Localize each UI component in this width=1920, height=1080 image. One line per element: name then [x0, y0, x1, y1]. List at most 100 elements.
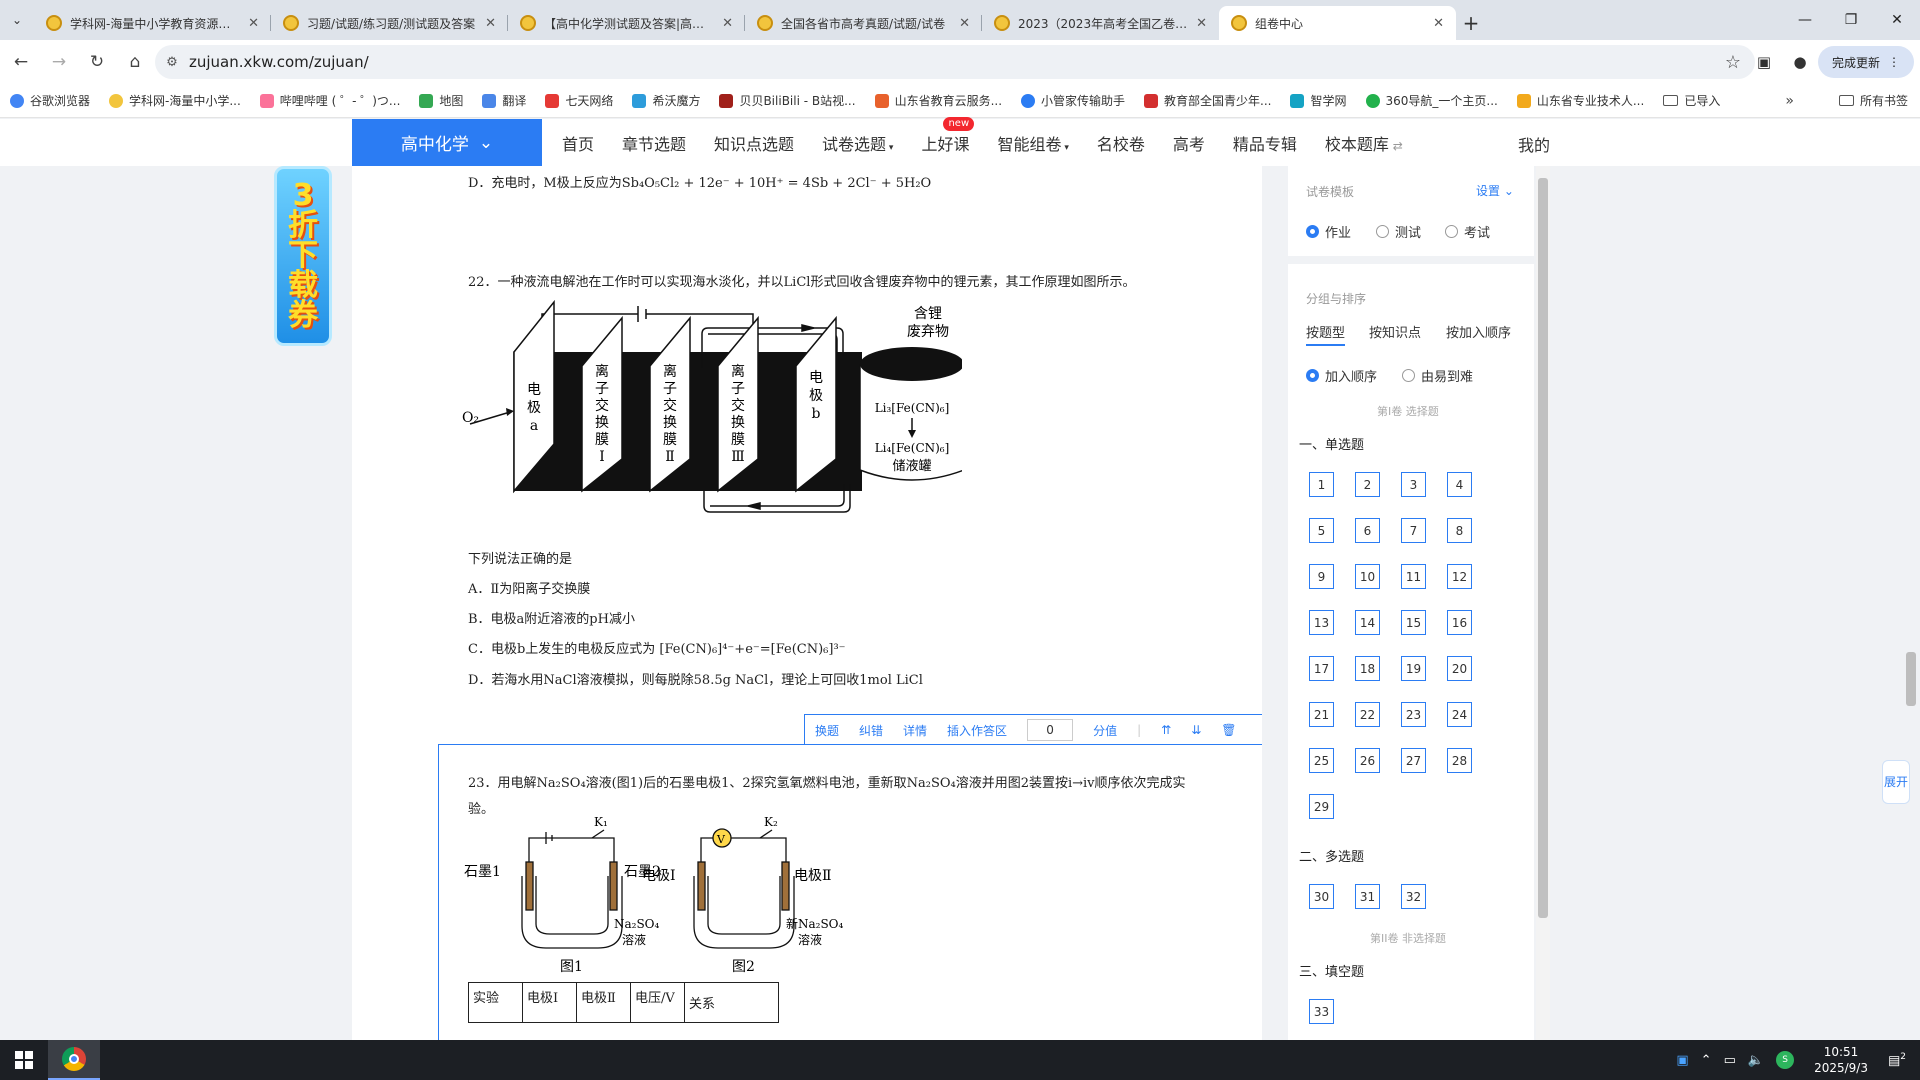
question-number-10[interactable]: 10	[1355, 564, 1380, 589]
question-number-7[interactable]: 7	[1401, 518, 1426, 543]
nav-smart[interactable]: 智能组卷 ▾	[997, 131, 1068, 155]
close-window-icon[interactable]: ✕	[1874, 0, 1920, 40]
url-text[interactable]: zujuan.xkw.com/zujuan/	[189, 53, 369, 71]
nav-school[interactable]: 校本题库 ⇄	[1325, 131, 1403, 155]
bookmark-item[interactable]: 希沃魔方	[632, 92, 700, 109]
expand-button[interactable]: 展开	[1882, 760, 1910, 804]
address-bar[interactable]: ⚙ zujuan.xkw.com/zujuan/ ☆	[155, 45, 1755, 79]
question-number-24[interactable]: 24	[1447, 702, 1472, 727]
close-icon[interactable]: ✕	[959, 16, 970, 31]
question-number-11[interactable]: 11	[1401, 564, 1426, 589]
bookmark-item[interactable]: 学科网-海量中小学...	[109, 92, 241, 109]
start-button[interactable]	[0, 1040, 48, 1080]
tab-search-icon[interactable]: ⌄	[0, 0, 34, 40]
bookmark-item[interactable]: 山东省教育云服务...	[874, 92, 1002, 109]
template-option-homework[interactable]: 作业	[1306, 222, 1351, 241]
back-button[interactable]: ←	[4, 45, 38, 79]
question-number-21[interactable]: 21	[1309, 702, 1334, 727]
bookmark-item[interactable]: 山东省专业技术人...	[1516, 92, 1644, 109]
template-option-test[interactable]: 测试	[1376, 222, 1421, 241]
question-number-27[interactable]: 27	[1401, 748, 1426, 773]
question-number-15[interactable]: 15	[1401, 610, 1426, 635]
close-icon[interactable]: ✕	[248, 16, 259, 31]
report-error-button[interactable]: 纠错	[859, 722, 883, 739]
close-icon[interactable]: ✕	[722, 16, 733, 31]
question-number-3[interactable]: 3	[1401, 472, 1426, 497]
side-panel-icon[interactable]: ▣	[1746, 53, 1782, 71]
home-button[interactable]: ⌂	[118, 45, 152, 79]
group-tab-by-order[interactable]: 按加入顺序	[1446, 322, 1511, 341]
question-number-2[interactable]: 2	[1355, 472, 1380, 497]
order-option-difficulty[interactable]: 由易到难	[1402, 366, 1473, 385]
network-icon[interactable]: ▭	[1724, 1053, 1736, 1068]
page-scrollbar-thumb[interactable]	[1906, 652, 1916, 706]
question-number-29[interactable]: 29	[1309, 794, 1334, 819]
settings-button[interactable]: 设置 ⌄	[1476, 182, 1514, 199]
delete-icon[interactable]: 🗑	[1221, 723, 1236, 737]
scrollbar-thumb[interactable]	[1538, 178, 1548, 918]
bookmark-star-icon[interactable]: ☆	[1725, 52, 1741, 73]
nav-mine[interactable]: 我的	[1518, 132, 1550, 156]
question-number-32[interactable]: 32	[1401, 884, 1426, 909]
notification-icon[interactable]: ▤2	[1888, 1052, 1906, 1068]
taskbar-chrome-button[interactable]	[48, 1040, 100, 1080]
question-number-1[interactable]: 1	[1309, 472, 1334, 497]
question-number-8[interactable]: 8	[1447, 518, 1472, 543]
bookmark-item[interactable]: 哔哩哔哩 ( ゜- ゜)つ...	[259, 92, 400, 109]
group-tab-by-type[interactable]: 按题型	[1306, 322, 1346, 346]
question-number-9[interactable]: 9	[1309, 564, 1334, 589]
profile-icon[interactable]: ●	[1782, 53, 1818, 71]
template-option-exam[interactable]: 考试	[1445, 222, 1490, 241]
question-number-12[interactable]: 12	[1447, 564, 1472, 589]
question-number-18[interactable]: 18	[1355, 656, 1380, 681]
forward-button[interactable]: →	[42, 45, 76, 79]
tab-6-active[interactable]: 组卷中心 ✕	[1219, 6, 1456, 40]
bookmark-item[interactable]: 翻译	[482, 92, 526, 109]
app-tray-icon[interactable]: ▣	[1676, 1053, 1688, 1068]
bookmark-item[interactable]: 地图	[419, 92, 463, 109]
question-number-16[interactable]: 16	[1447, 610, 1472, 635]
question-number-33[interactable]: 33	[1309, 999, 1334, 1024]
bookmark-item[interactable]: 贝贝BiliBili - B站视...	[719, 92, 856, 109]
all-bookmarks-button[interactable]: 所有书签	[1838, 92, 1908, 109]
close-icon[interactable]: ✕	[485, 16, 496, 31]
update-button[interactable]: 完成更新 ⋮	[1817, 46, 1914, 78]
question-number-23[interactable]: 23	[1401, 702, 1426, 727]
tab-2[interactable]: 习题/试题/练习题/测试题及答案 ✕	[271, 6, 508, 40]
bookmark-item[interactable]: 360导航_一个主页...	[1365, 92, 1498, 109]
change-question-button[interactable]: 换题	[815, 722, 839, 739]
security-icon[interactable]: S	[1776, 1051, 1795, 1069]
chevron-up-icon[interactable]: ⌃	[1701, 1053, 1712, 1068]
nav-knowledge[interactable]: 知识点选题	[714, 131, 794, 155]
nav-home[interactable]: 首页	[562, 131, 594, 155]
bookmark-item[interactable]: 谷歌浏览器	[10, 92, 90, 109]
question-number-6[interactable]: 6	[1355, 518, 1380, 543]
discount-coupon-banner[interactable]: 3 折 下 载 券	[274, 166, 332, 346]
tab-3[interactable]: 【高中化学测试题及答案|高中化学 ✕	[508, 6, 745, 40]
nav-premium[interactable]: 精品专辑	[1233, 131, 1297, 155]
reload-button[interactable]: ↻	[80, 45, 114, 79]
question-number-5[interactable]: 5	[1309, 518, 1334, 543]
tab-5[interactable]: 2023（2023年高考全国乙卷化学 ✕	[982, 6, 1219, 40]
nav-paper[interactable]: 试卷选题 ▾	[822, 131, 893, 155]
bookmark-item[interactable]: 智学网	[1290, 92, 1347, 109]
panel-scrollbar[interactable]	[1536, 166, 1550, 1040]
more-bookmarks-icon[interactable]: »	[1785, 93, 1794, 109]
question-number-30[interactable]: 30	[1309, 884, 1334, 909]
tab-1[interactable]: 学科网-海量中小学教育资源共享 ✕	[34, 6, 271, 40]
volume-icon[interactable]: 🔈	[1748, 1053, 1764, 1068]
question-number-13[interactable]: 13	[1309, 610, 1334, 635]
order-option-added[interactable]: 加入顺序	[1306, 366, 1377, 385]
group-tab-by-knowledge[interactable]: 按知识点	[1369, 322, 1421, 341]
clock[interactable]: 10:51 2025/9/3	[1814, 1044, 1868, 1076]
bookmark-item[interactable]: 小管家传输助手	[1021, 92, 1125, 109]
question-number-31[interactable]: 31	[1355, 884, 1380, 909]
close-icon[interactable]: ✕	[1433, 16, 1444, 31]
site-info-icon[interactable]: ⚙	[155, 55, 189, 70]
new-tab-button[interactable]: +	[1456, 6, 1486, 40]
bookmark-item[interactable]: 七天网络	[545, 92, 613, 109]
minimize-icon[interactable]: —	[1782, 0, 1828, 40]
question-number-22[interactable]: 22	[1355, 702, 1380, 727]
score-input[interactable]: 0	[1027, 719, 1074, 741]
more-menu-icon[interactable]: ⋮	[1888, 55, 1900, 69]
